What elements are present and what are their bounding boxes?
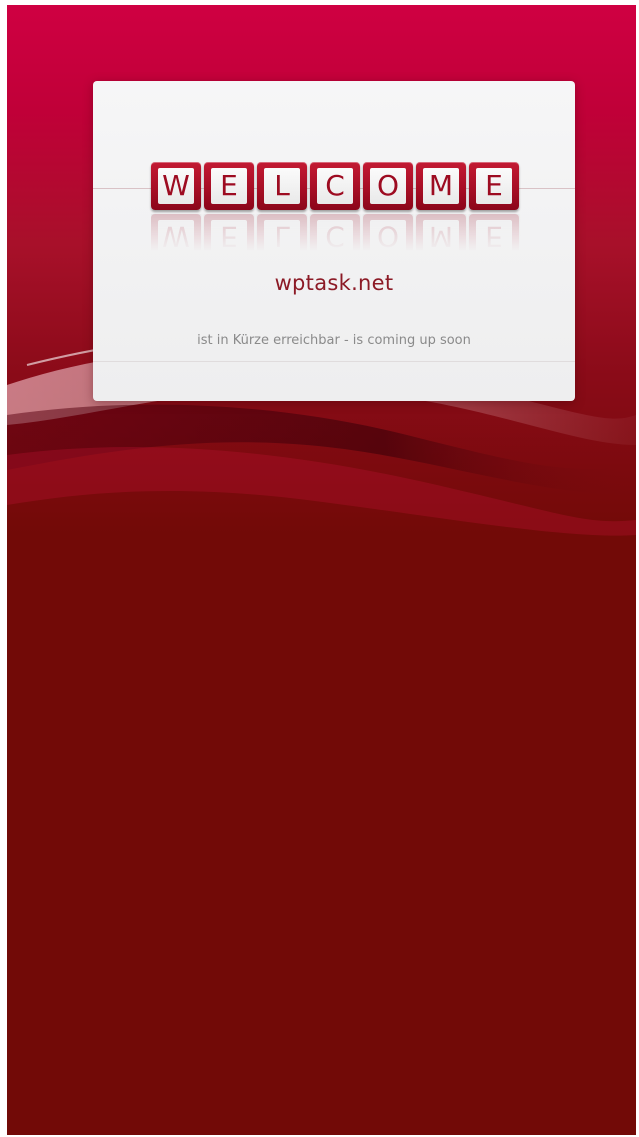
letter-tile: C xyxy=(310,162,360,210)
welcome-tiles: W E L C O M E xyxy=(151,162,521,212)
letter-tile: O xyxy=(363,162,413,210)
reflection-tile-text: L xyxy=(264,220,300,253)
reflection-tile-text: O xyxy=(370,220,406,253)
reflection-tile: W xyxy=(151,214,201,258)
letter-tile-text: L xyxy=(264,168,300,204)
reflection-tile: E xyxy=(204,214,254,258)
letter-tile-text: E xyxy=(476,168,512,204)
reflection-tile: M xyxy=(416,214,466,258)
letter-tile-text: C xyxy=(317,168,353,204)
letter-tile: W xyxy=(151,162,201,210)
reflection-tile: C xyxy=(310,214,360,258)
reflection-tile: L xyxy=(257,214,307,258)
letter-tile: M xyxy=(416,162,466,210)
reflection-tile: E xyxy=(469,214,519,258)
reflection-tile-text: W xyxy=(158,220,194,253)
reflection-tile-text: E xyxy=(476,220,512,253)
welcome-card: W E L C O M E W E L C O M E wptask.net i… xyxy=(93,81,575,401)
letter-tile-text: M xyxy=(423,168,459,204)
welcome-tiles-reflection: W E L C O M E xyxy=(151,214,521,258)
card-bottom-divider xyxy=(93,361,575,362)
letter-tile-text: E xyxy=(211,168,247,204)
reflection-tile-text: C xyxy=(317,220,353,253)
reflection-tile: O xyxy=(363,214,413,258)
tagline: ist in Kürze erreichbar - is coming up s… xyxy=(197,333,471,348)
letter-tile: L xyxy=(257,162,307,210)
letter-tile-text: W xyxy=(158,168,194,204)
letter-tile: E xyxy=(469,162,519,210)
letter-tile-text: O xyxy=(370,168,406,204)
reflection-tile-text: E xyxy=(211,220,247,253)
reflection-tile-text: M xyxy=(423,220,459,253)
page: W E L C O M E W E L C O M E wptask.net i… xyxy=(7,5,636,1135)
site-name: wptask.net xyxy=(274,271,394,295)
letter-tile: E xyxy=(204,162,254,210)
